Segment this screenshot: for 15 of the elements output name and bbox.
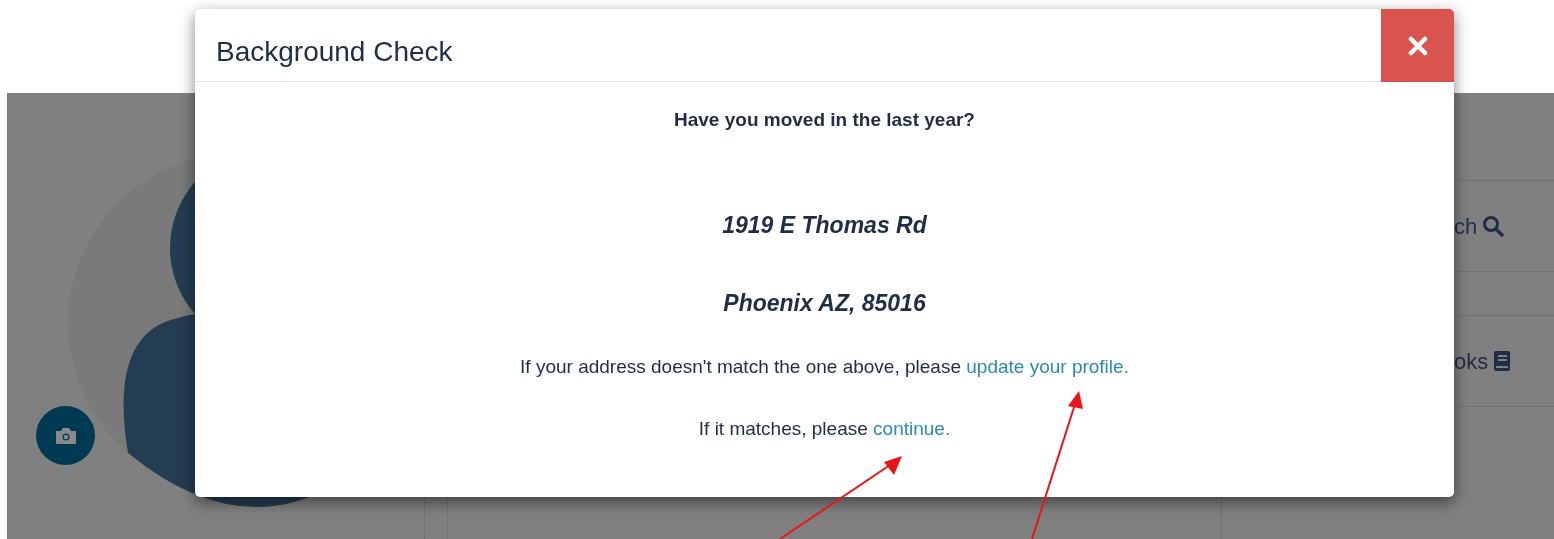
- message-text: If it matches, please continue.: [698, 417, 951, 441]
- dialog-title: Background Check: [216, 35, 453, 69]
- menu-label: oks: [1454, 347, 1489, 376]
- question-text: Have you moved in the last year?: [674, 108, 975, 132]
- close-icon: [1407, 35, 1428, 56]
- address-line: 1919 E Thomas Rd: [722, 211, 927, 239]
- camera-icon: [54, 426, 77, 445]
- book-icon: [1493, 350, 1512, 372]
- menu-label: ch: [1454, 212, 1478, 241]
- address-line: Phoenix AZ, 85016: [723, 289, 926, 317]
- text-link[interactable]: update your profile.: [966, 356, 1129, 377]
- close-button[interactable]: [1381, 9, 1454, 82]
- text-link[interactable]: continue.: [873, 418, 951, 439]
- search-icon: [1482, 215, 1505, 237]
- message-text: If your address doesn't match the one above, please update your profile.: [520, 355, 1129, 379]
